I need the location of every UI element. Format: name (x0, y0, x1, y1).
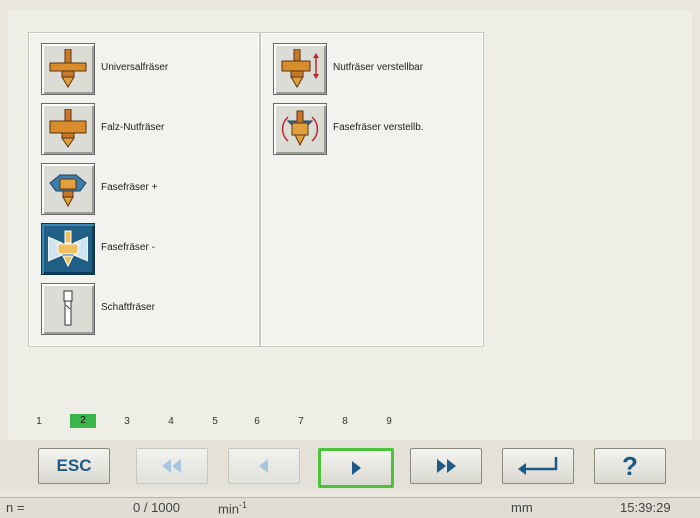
page-number[interactable]: 1 (26, 416, 52, 427)
page-number[interactable]: 8 (332, 416, 358, 427)
clock: 15:39:29 (620, 500, 671, 515)
speed-value: 0 / 1000 (133, 500, 180, 515)
help-label: ? (622, 450, 638, 481)
status-bar: n = 0 / 1000 min-1 mm 15:39:29 (0, 497, 700, 518)
chamfer-cutter-minus-icon[interactable] (41, 223, 95, 275)
tool-list-right: Nutfräser verstellbar Fasefräser verstel… (260, 32, 484, 347)
help-button[interactable]: ? (594, 448, 666, 484)
tool-item-adjustable-chamfer[interactable]: Fasefräser verstellb. (273, 101, 473, 157)
tool-label: Falz-Nutfräser (101, 122, 165, 133)
page-selector: 1 2 3 4 5 6 7 8 9 (18, 414, 398, 430)
page-number[interactable]: 6 (244, 416, 270, 427)
page-number[interactable]: 4 (158, 416, 184, 427)
page-number[interactable]: 7 (288, 416, 314, 427)
first-page-button[interactable] (136, 448, 208, 484)
esc-button[interactable]: ESC (38, 448, 110, 484)
tool-item-rebate-groove[interactable]: Falz-Nutfräser (41, 101, 241, 157)
tool-list-left: Universalfräser Falz-Nutfräser Fasefräse… (28, 32, 260, 347)
tool-label: Schaftfräser (101, 302, 155, 313)
adjustable-groove-cutter-icon[interactable] (273, 43, 327, 95)
bottom-toolbar: ESC ? (0, 440, 700, 490)
next-page-button[interactable] (318, 448, 394, 488)
double-arrow-right-icon (437, 459, 456, 473)
tool-item-shank[interactable]: Schaftfräser (41, 281, 241, 337)
speed-unit: min-1 (218, 500, 247, 517)
tool-item-chamfer-minus[interactable]: Fasefräser - (41, 221, 241, 277)
page-number[interactable]: 5 (202, 416, 228, 427)
last-page-button[interactable] (410, 448, 482, 484)
tool-label: Fasefräser + (101, 182, 158, 193)
arrow-right-icon (352, 461, 361, 475)
screen-frame: Universalfräser Falz-Nutfräser Fasefräse… (8, 10, 692, 490)
enter-button[interactable] (502, 448, 574, 484)
adjustable-chamfer-cutter-icon[interactable] (273, 103, 327, 155)
page-number[interactable]: 3 (114, 416, 140, 427)
chamfer-cutter-plus-icon[interactable] (41, 163, 95, 215)
previous-page-button[interactable] (228, 448, 300, 484)
tool-label: Nutfräser verstellbar (333, 62, 424, 73)
enter-return-icon (518, 457, 558, 475)
universal-cutter-icon[interactable] (41, 43, 95, 95)
tool-item-universal[interactable]: Universalfräser (41, 41, 241, 97)
tool-item-chamfer-plus[interactable]: Fasefräser + (41, 161, 241, 217)
tool-label: Fasefräser verstellb. (333, 122, 424, 133)
arrow-left-icon (259, 459, 268, 473)
esc-label: ESC (56, 456, 92, 475)
speed-label: n = (6, 500, 25, 515)
tool-item-adjustable-groove[interactable]: Nutfräser verstellbar (273, 41, 473, 97)
tool-label: Fasefräser - (101, 242, 155, 253)
length-unit: mm (511, 500, 533, 515)
page-number[interactable]: 9 (376, 416, 402, 427)
tool-label: Universalfräser (101, 62, 169, 73)
double-arrow-left-icon (162, 459, 181, 473)
page-number-current[interactable]: 2 (70, 414, 96, 428)
shank-cutter-icon[interactable] (41, 283, 95, 335)
rebate-groove-cutter-icon[interactable] (41, 103, 95, 155)
